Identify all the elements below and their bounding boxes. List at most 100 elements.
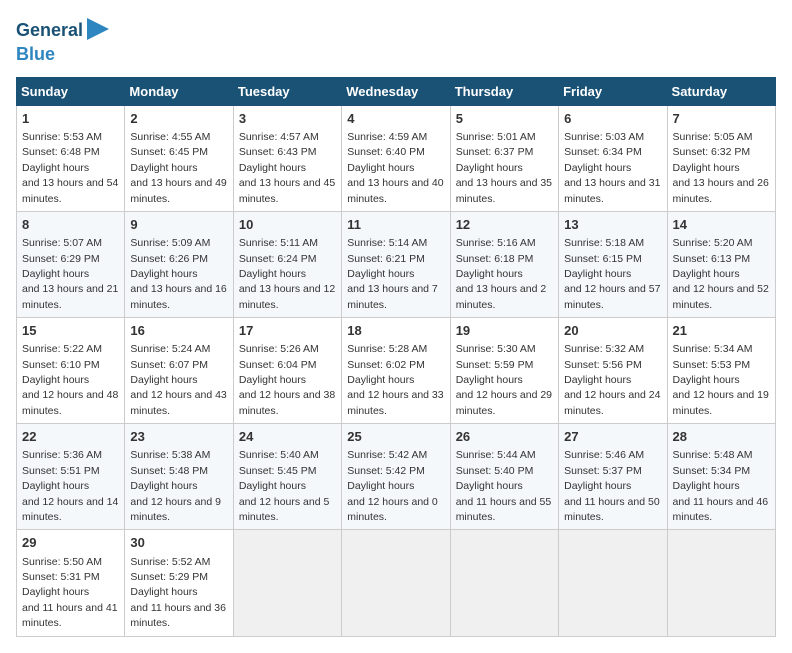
calendar-cell: 29 Sunrise: 5:50 AM Sunset: 5:31 PM Dayl… [17,530,125,636]
daylight-label: Daylight hours [673,268,740,280]
header-sunday: Sunday [17,77,125,105]
sunset-info: Sunset: 5:59 PM [456,359,534,371]
sunrise-info: Sunrise: 5:26 AM [239,343,319,355]
sunrise-info: Sunrise: 5:05 AM [673,131,753,143]
sunrise-info: Sunrise: 5:18 AM [564,237,644,249]
day-number: 9 [130,216,227,234]
calendar-cell: 27 Sunrise: 5:46 AM Sunset: 5:37 PM Dayl… [559,424,667,530]
calendar-cell: 3 Sunrise: 4:57 AM Sunset: 6:43 PM Dayli… [233,105,341,211]
calendar-cell: 2 Sunrise: 4:55 AM Sunset: 6:45 PM Dayli… [125,105,233,211]
daylight-duration: and 12 hours and 48 minutes. [22,389,118,416]
sunset-info: Sunset: 6:18 PM [456,253,534,265]
daylight-duration: and 12 hours and 43 minutes. [130,389,226,416]
sunset-info: Sunset: 6:34 PM [564,146,642,158]
header-saturday: Saturday [667,77,775,105]
daylight-label: Daylight hours [456,374,523,386]
day-number: 1 [22,110,119,128]
sunset-info: Sunset: 5:37 PM [564,465,642,477]
day-number: 17 [239,322,336,340]
daylight-duration: and 12 hours and 19 minutes. [673,389,769,416]
sunrise-info: Sunrise: 5:36 AM [22,449,102,461]
calendar-cell: 5 Sunrise: 5:01 AM Sunset: 6:37 PM Dayli… [450,105,558,211]
calendar-cell: 8 Sunrise: 5:07 AM Sunset: 6:29 PM Dayli… [17,211,125,317]
daylight-label: Daylight hours [456,162,523,174]
sunset-info: Sunset: 6:13 PM [673,253,751,265]
logo-blue: Blue [16,45,55,65]
calendar-week-3: 15 Sunrise: 5:22 AM Sunset: 6:10 PM Dayl… [17,318,776,424]
day-number: 27 [564,428,661,446]
sunset-info: Sunset: 6:40 PM [347,146,425,158]
sunset-info: Sunset: 5:48 PM [130,465,208,477]
calendar-cell [450,530,558,636]
calendar-week-4: 22 Sunrise: 5:36 AM Sunset: 5:51 PM Dayl… [17,424,776,530]
sunrise-info: Sunrise: 5:53 AM [22,131,102,143]
daylight-duration: and 11 hours and 36 minutes. [130,602,226,629]
daylight-duration: and 12 hours and 29 minutes. [456,389,552,416]
sunrise-info: Sunrise: 5:34 AM [673,343,753,355]
daylight-duration: and 12 hours and 57 minutes. [564,283,660,310]
sunset-info: Sunset: 5:51 PM [22,465,100,477]
sunset-info: Sunset: 5:31 PM [22,571,100,583]
calendar-week-2: 8 Sunrise: 5:07 AM Sunset: 6:29 PM Dayli… [17,211,776,317]
logo-text: General [16,21,83,41]
sunset-info: Sunset: 5:34 PM [673,465,751,477]
day-number: 7 [673,110,770,128]
daylight-label: Daylight hours [239,480,306,492]
sunset-info: Sunset: 6:29 PM [22,253,100,265]
day-number: 28 [673,428,770,446]
calendar-cell: 28 Sunrise: 5:48 AM Sunset: 5:34 PM Dayl… [667,424,775,530]
daylight-duration: and 13 hours and 49 minutes. [130,177,226,204]
daylight-duration: and 12 hours and 14 minutes. [22,496,118,523]
sunrise-info: Sunrise: 5:01 AM [456,131,536,143]
sunrise-info: Sunrise: 5:30 AM [456,343,536,355]
sunset-info: Sunset: 6:32 PM [673,146,751,158]
day-number: 20 [564,322,661,340]
daylight-duration: and 12 hours and 9 minutes. [130,496,221,523]
calendar-cell: 30 Sunrise: 5:52 AM Sunset: 5:29 PM Dayl… [125,530,233,636]
daylight-duration: and 12 hours and 38 minutes. [239,389,335,416]
daylight-label: Daylight hours [130,480,197,492]
daylight-duration: and 13 hours and 2 minutes. [456,283,547,310]
calendar-cell: 14 Sunrise: 5:20 AM Sunset: 6:13 PM Dayl… [667,211,775,317]
calendar-cell: 15 Sunrise: 5:22 AM Sunset: 6:10 PM Dayl… [17,318,125,424]
daylight-label: Daylight hours [564,268,631,280]
sunrise-info: Sunrise: 5:22 AM [22,343,102,355]
header-monday: Monday [125,77,233,105]
calendar-cell [559,530,667,636]
day-number: 6 [564,110,661,128]
day-number: 15 [22,322,119,340]
daylight-label: Daylight hours [22,480,89,492]
day-number: 14 [673,216,770,234]
header-tuesday: Tuesday [233,77,341,105]
sunrise-info: Sunrise: 5:09 AM [130,237,210,249]
sunrise-info: Sunrise: 5:11 AM [239,237,318,249]
calendar-week-1: 1 Sunrise: 5:53 AM Sunset: 6:48 PM Dayli… [17,105,776,211]
sunrise-info: Sunrise: 5:38 AM [130,449,210,461]
day-number: 5 [456,110,553,128]
sunset-info: Sunset: 6:48 PM [22,146,100,158]
sunrise-info: Sunrise: 5:44 AM [456,449,536,461]
day-number: 25 [347,428,444,446]
daylight-duration: and 12 hours and 33 minutes. [347,389,443,416]
day-number: 2 [130,110,227,128]
daylight-label: Daylight hours [130,586,197,598]
daylight-duration: and 13 hours and 40 minutes. [347,177,443,204]
calendar-cell: 22 Sunrise: 5:36 AM Sunset: 5:51 PM Dayl… [17,424,125,530]
day-number: 12 [456,216,553,234]
calendar-header-row: SundayMondayTuesdayWednesdayThursdayFrid… [17,77,776,105]
day-number: 10 [239,216,336,234]
calendar-cell: 11 Sunrise: 5:14 AM Sunset: 6:21 PM Dayl… [342,211,450,317]
sunrise-info: Sunrise: 5:50 AM [22,556,102,568]
day-number: 21 [673,322,770,340]
daylight-duration: and 11 hours and 41 minutes. [22,602,118,629]
day-number: 3 [239,110,336,128]
daylight-duration: and 13 hours and 21 minutes. [22,283,118,310]
daylight-duration: and 11 hours and 55 minutes. [456,496,552,523]
sunset-info: Sunset: 6:04 PM [239,359,317,371]
sunset-info: Sunset: 6:07 PM [130,359,208,371]
daylight-duration: and 12 hours and 5 minutes. [239,496,330,523]
calendar-cell: 6 Sunrise: 5:03 AM Sunset: 6:34 PM Dayli… [559,105,667,211]
daylight-label: Daylight hours [456,480,523,492]
daylight-label: Daylight hours [347,480,414,492]
calendar-cell: 21 Sunrise: 5:34 AM Sunset: 5:53 PM Dayl… [667,318,775,424]
